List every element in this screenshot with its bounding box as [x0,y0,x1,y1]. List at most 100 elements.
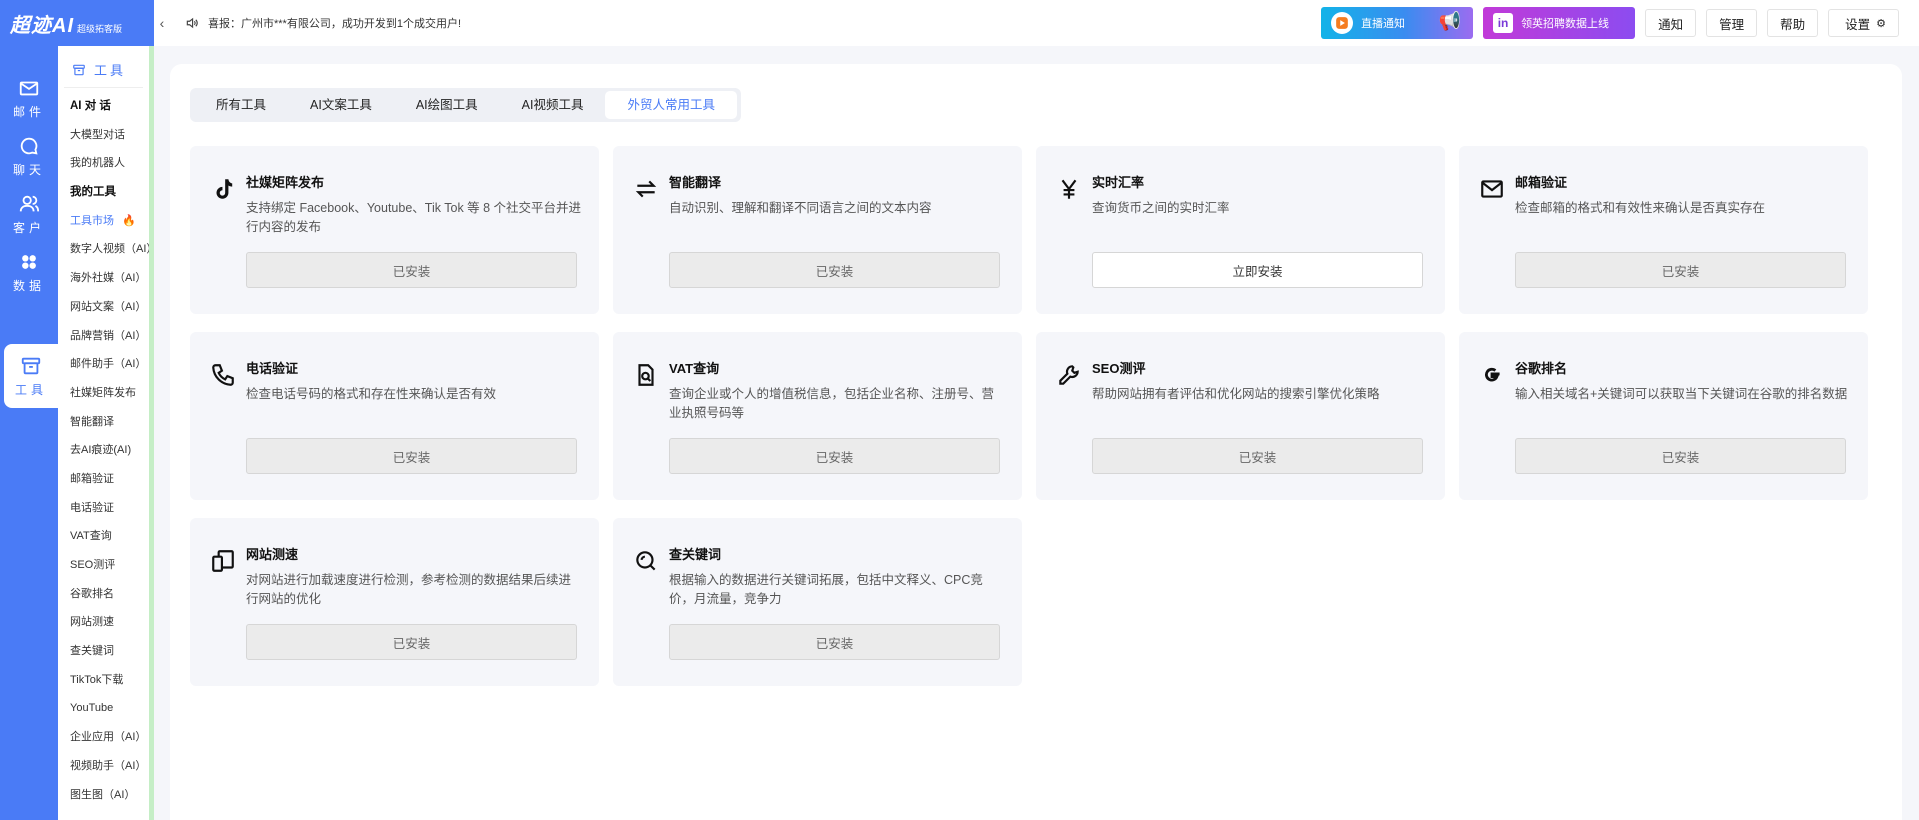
announcement-text: 喜报：广州市***有限公司，成功开发到1个成交用户! [208,18,462,30]
tool-title: 邮箱验证 [1515,175,1568,190]
collapse-sidebar-icon[interactable]: ‹ [154,15,170,31]
notify-button[interactable]: 通知 [1645,9,1697,37]
yen-icon [1061,179,1077,199]
tool-description: 检查邮箱的格式和有效性来确认是否真实存在 [1515,201,1766,215]
manage-button[interactable]: 管理 [1706,9,1758,37]
tab-ai-copy-tools[interactable]: AI文案工具 [288,91,394,119]
banner-label: 领英招聘数据上线 [1521,18,1610,30]
installed-button[interactable]: 已安装 [246,252,577,288]
submenu-item-label: 工具市场 [70,214,114,227]
tools-submenu: 工具 AI 对 话 大模型对话 我的机器人 我的工具 工具市场 🔥 数字人视频（A… [58,46,154,820]
tool-title: 社媒矩阵发布 [246,175,325,190]
customers-icon [19,195,40,211]
installed-button[interactable]: 已安装 [669,624,1000,660]
submenu-item-overseas-social[interactable]: 海外社媒（AI） [58,264,149,293]
tool-title: 智能翻译 [669,175,722,190]
submenu-item-google-rank[interactable]: 谷歌排名 [58,580,149,609]
search-icon [636,551,656,571]
chat-icon [20,137,38,154]
submenu-item-img2img[interactable]: 图生图（AI） [58,781,149,810]
submenu-item-remove-ai-trace[interactable]: 去AI痕迹(AI) [58,436,149,465]
settings-label: 设置 [1845,17,1871,32]
toolbox-icon [21,357,41,374]
help-button[interactable]: 帮助 [1767,9,1819,37]
app-logo[interactable]: 超迹AI 超级拓客版 [0,0,154,46]
tool-card-google-rank: 谷歌排名 输入相关域名+关键词可以获取当下关键词在谷歌的排名数据 已安装 [1459,332,1868,500]
submenu-item-youtube[interactable]: YouTube [58,694,149,723]
tab-ai-drawing-tools[interactable]: AI绘图工具 [394,91,500,119]
submenu-item-seo[interactable]: SEO测评 [58,551,149,580]
installed-button[interactable]: 已安装 [246,438,577,474]
tool-description: 检查电话号码的格式和存在性来确认是否有效 [246,387,497,401]
submenu-item-mail-assistant[interactable]: 邮件助手（AI） [58,350,149,379]
submenu-item-email-verify[interactable]: 邮箱验证 [58,465,149,494]
tool-card-exchange-rate: 实时汇率 查询货币之间的实时汇率 立即安装 [1036,146,1445,314]
tool-card-translate: 智能翻译 自动识别、理解和翻译不同语言之间的文本内容 已安装 [613,146,1022,314]
megaphone-icon: 📢 [1438,11,1462,31]
submenu-header: 工具 [64,46,143,88]
submenu-item-video-assistant[interactable]: 视频助手（AI） [58,752,149,781]
submenu-item-phone-verify[interactable]: 电话验证 [58,494,149,523]
submenu-item-my-bots[interactable]: 我的机器人 [58,149,149,178]
submenu-item-social-matrix[interactable]: 社媒矩阵发布 [58,379,149,408]
tool-card-phone-verify: 电话验证 检查电话号码的格式和存在性来确认是否有效 已安装 [190,332,599,500]
installed-button[interactable]: 已安装 [669,252,1000,288]
installed-button[interactable]: 已安装 [1092,438,1423,474]
translate-icon [635,180,657,198]
tool-description: 查询企业或个人的增值税信息，包括企业名称、注册号、营业执照号码等 [669,387,995,420]
tool-description: 对网站进行加载速度进行检测，参考检测的数据结果后续进行网站的优化 [246,573,572,606]
tool-title: 查关键词 [669,547,722,562]
submenu-item-tiktok-download[interactable]: TikTok下载 [58,666,149,695]
submenu-item-brand-marketing[interactable]: 品牌营销（AI） [58,322,149,351]
tab-ai-video-tools[interactable]: AI视频工具 [500,91,606,119]
installed-button[interactable]: 已安装 [1515,252,1846,288]
toolbox-icon [73,64,85,75]
rail-label: 客户 [12,220,45,235]
tool-card-grid: 社媒矩阵发布 支持绑定 Facebook、Youtube、Tik Tok 等 8… [190,146,1868,686]
installed-button[interactable]: 已安装 [246,624,577,660]
live-notice-banner[interactable]: 直播通知 📢 [1321,7,1474,39]
devices-icon [212,550,234,572]
rail-item-tools[interactable]: 工具 [4,344,58,408]
submenu-title: 工具 [94,63,127,78]
tiktok-icon [216,179,233,199]
submenu-group-ai-chat: AI 对 话 [70,100,111,112]
rail-item-data[interactable]: 数据 [0,240,58,304]
submenu-item-translate[interactable]: 智能翻译 [58,408,149,437]
tool-title: 网站测速 [246,547,299,562]
tool-title: VAT查询 [669,361,720,376]
submenu-item-tool-market[interactable]: 工具市场 🔥 [58,207,149,236]
linkedin-hiring-banner[interactable]: in 领英招聘数据上线 [1483,7,1636,39]
mail-icon [1481,180,1503,198]
tool-title: 电话验证 [246,361,299,376]
tab-all-tools[interactable]: 所有工具 [194,91,288,119]
rail-item-customers[interactable]: 客户 [0,182,58,246]
rail-item-chat[interactable]: 聊天 [0,124,58,188]
tool-description: 自动识别、理解和翻译不同语言之间的文本内容 [669,201,932,215]
submenu-item-site-speed[interactable]: 网站测速 [58,608,149,637]
tool-card-social-matrix: 社媒矩阵发布 支持绑定 Facebook、Youtube、Tik Tok 等 8… [190,146,599,314]
settings-button[interactable]: 设置 ⚙ [1828,9,1899,37]
tool-description: 输入相关域名+关键词可以获取当下关键词在谷歌的排名数据 [1515,387,1848,401]
submenu-item-site-copy[interactable]: 网站文案（AI） [58,293,149,322]
tool-title: 谷歌排名 [1515,361,1568,376]
google-icon [1485,367,1500,382]
submenu-item-enterprise-apps[interactable]: 企业应用（AI） [58,723,149,752]
gear-icon: ⚙ [1876,17,1886,30]
top-actions: 直播通知 📢 in 领英招聘数据上线 通知 管理 帮助 设置 ⚙ [1321,7,1899,39]
rail-label: 聊天 [12,162,45,177]
banner-label: 直播通知 [1361,18,1406,30]
tool-card-seo: SEO测评 帮助网站拥有者评估和优化网站的搜索引擎优化策略 已安装 [1036,332,1445,500]
announcement: 喜报：广州市***有限公司，成功开发到1个成交用户! [184,15,461,31]
tool-market-panel: 所有工具 AI文案工具 AI绘图工具 AI视频工具 外贸人常用工具 社媒矩阵发布… [170,64,1902,820]
installed-button[interactable]: 已安装 [669,438,1000,474]
submenu-item-keywords[interactable]: 查关键词 [58,637,149,666]
submenu-item-llm-chat[interactable]: 大模型对话 [58,121,149,150]
install-now-button[interactable]: 立即安装 [1092,252,1423,288]
data-icon [22,254,36,269]
tab-trade-common-tools[interactable]: 外贸人常用工具 [605,91,737,119]
rail-item-mail[interactable]: 邮件 [0,66,58,130]
submenu-item-vat[interactable]: VAT查询 [58,522,149,551]
submenu-item-digital-human[interactable]: 数字人视频（AI） [58,235,149,264]
installed-button[interactable]: 已安装 [1515,438,1846,474]
